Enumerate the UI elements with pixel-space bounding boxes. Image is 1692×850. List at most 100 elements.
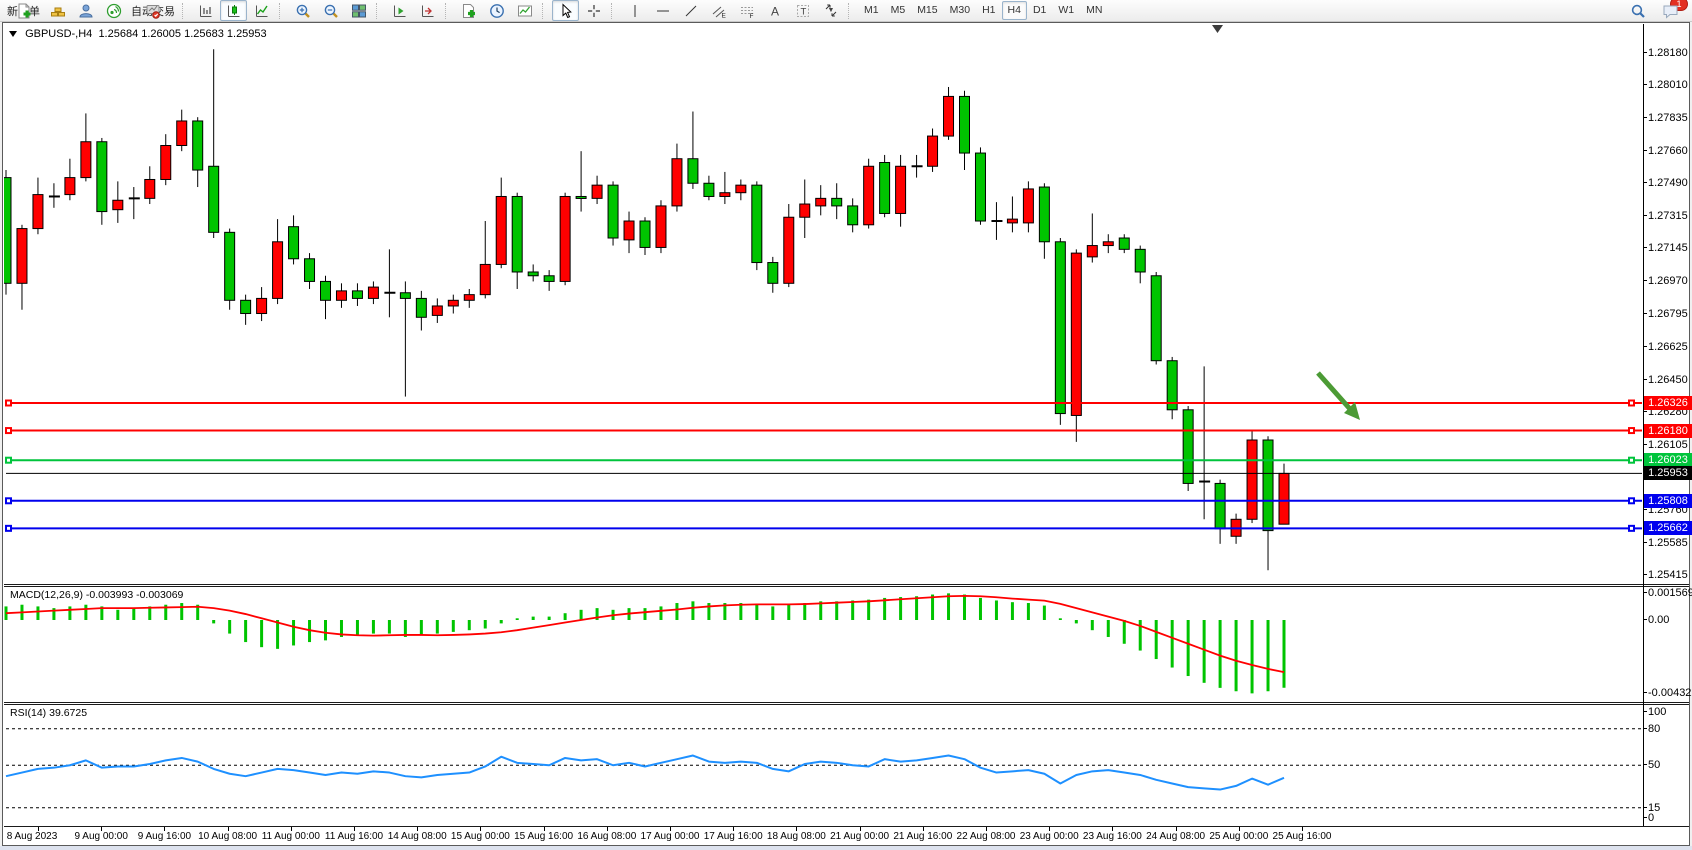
line-handle-center <box>1630 527 1633 530</box>
macd-signal-line <box>6 596 1284 672</box>
current-price-label: 1.25953 <box>1644 466 1692 480</box>
accounts-button[interactable] <box>72 0 99 21</box>
timeframe-w1[interactable]: W1 <box>1052 1 1080 20</box>
timeframe-h1[interactable]: H1 <box>976 1 1001 20</box>
macd-pane[interactable] <box>4 586 1643 702</box>
line-handle-center <box>7 459 10 462</box>
pane-separator[interactable] <box>4 584 1689 585</box>
timeframe-mn[interactable]: MN <box>1080 1 1108 20</box>
candle-body <box>1055 242 1065 414</box>
timeframe-h4[interactable]: H4 <box>1002 1 1027 20</box>
price-tick-label: 1.26105 <box>1648 439 1688 451</box>
chart-ohlc-quotes: 1.25684 1.26005 1.25683 1.25953 <box>98 28 266 40</box>
tile-windows-button[interactable] <box>345 0 372 21</box>
rsi-label: RSI(14) 39.6725 <box>10 707 87 719</box>
fibonacci-button[interactable]: F <box>733 0 760 21</box>
radio-signal-icon <box>106 3 122 19</box>
macd-signal-value: -0.003069 <box>136 589 183 601</box>
arrows-tool-button[interactable]: ▼ <box>817 0 844 21</box>
crosshair-button[interactable] <box>580 0 607 21</box>
zoom-out-button[interactable] <box>317 0 344 21</box>
chart-symbol-period: GBPUSD-,H4 <box>25 28 92 40</box>
candle-body <box>177 121 187 146</box>
vertical-line-button[interactable] <box>621 0 648 21</box>
text-label-icon: T <box>795 3 811 19</box>
equidistant-channel-icon: E <box>711 3 727 19</box>
candle-body <box>560 196 570 281</box>
timeframe-m30[interactable]: M30 <box>944 1 976 20</box>
rsi-pane[interactable] <box>4 704 1643 826</box>
timeframe-m15[interactable]: M15 <box>911 1 943 20</box>
search-button[interactable] <box>1624 0 1651 21</box>
zoom-in-button[interactable] <box>289 0 316 21</box>
candle-body <box>209 166 219 232</box>
signals-button[interactable] <box>100 0 127 21</box>
candle-body <box>656 206 666 248</box>
new-order-button[interactable]: 新订单 <box>4 0 43 21</box>
chart-shift-icon <box>392 3 408 19</box>
bar-chart-icon <box>198 3 214 19</box>
indicators-button[interactable]: ▼ <box>455 0 482 21</box>
price-tick-label: 1.26625 <box>1648 341 1688 353</box>
templates-button[interactable]: ▼ <box>511 0 538 21</box>
rsi-line <box>6 756 1284 790</box>
candle-body <box>1087 246 1097 257</box>
chart-shift-marker[interactable] <box>1212 25 1223 33</box>
rsi-axis-label: 80 <box>1648 723 1660 735</box>
auto-trading-button[interactable]: 自动交易 <box>128 0 178 21</box>
time-label: 17 Aug 00:00 <box>641 831 700 842</box>
rsi-axis-label: 50 <box>1648 759 1660 771</box>
candle-body <box>368 287 378 298</box>
candle-body <box>17 229 27 284</box>
time-label: 11 Aug 16:00 <box>325 831 383 842</box>
vertical-line-icon <box>627 3 643 19</box>
toolbar-separator <box>182 3 187 19</box>
toolbar-separator <box>279 3 284 19</box>
price-tick-label: 1.27660 <box>1648 145 1688 157</box>
line-chart-icon <box>254 3 270 19</box>
chart-menu-icon[interactable] <box>9 31 17 37</box>
text-button[interactable]: A <box>761 0 788 21</box>
pane-separator[interactable] <box>4 702 1689 703</box>
auto-scroll-button[interactable] <box>414 0 441 21</box>
candle-body <box>880 162 890 213</box>
market-watch-button[interactable] <box>44 0 71 21</box>
candle-body <box>576 196 586 198</box>
line-price-label: 1.25808 <box>1644 494 1692 508</box>
notifications-button[interactable]: 1 <box>1657 0 1684 21</box>
svg-text:E: E <box>721 12 726 19</box>
toolbar-separator <box>445 3 450 19</box>
line-chart-button[interactable] <box>248 0 275 21</box>
candle-body <box>944 96 954 136</box>
price-tick-label: 1.27145 <box>1648 242 1688 254</box>
candle-body <box>161 146 171 180</box>
auto-scroll-icon <box>420 3 436 19</box>
macd-axis-label: -0.004322 <box>1648 687 1692 699</box>
macd-main-value: -0.003993 <box>86 589 133 601</box>
template-icon <box>517 3 533 19</box>
timeframe-m5[interactable]: M5 <box>885 1 912 20</box>
candle-body <box>1135 249 1145 272</box>
timeframe-m1[interactable]: M1 <box>858 1 885 20</box>
bar-chart-button[interactable] <box>192 0 219 21</box>
periods-button[interactable]: ▼ <box>483 0 510 21</box>
main-chart-pane[interactable] <box>4 24 1643 584</box>
rsi-name: RSI(14) <box>10 707 46 719</box>
candle-body <box>273 242 283 299</box>
line-handle-center <box>7 499 10 502</box>
time-label: 25 Aug 00:00 <box>1209 831 1268 842</box>
horizontal-line-button[interactable] <box>649 0 676 21</box>
candle-body <box>975 153 985 221</box>
time-label: 15 Aug 16:00 <box>514 831 573 842</box>
timeframe-d1[interactable]: D1 <box>1027 1 1052 20</box>
trendline-button[interactable] <box>677 0 704 21</box>
text-label-button[interactable]: T <box>789 0 816 21</box>
cursor-button[interactable] <box>552 0 579 21</box>
crosshair-icon <box>586 3 602 19</box>
candlestick-chart-button[interactable] <box>220 0 247 21</box>
new-order-icon <box>16 3 32 19</box>
candle-body <box>97 142 107 212</box>
chart-shift-button[interactable] <box>386 0 413 21</box>
zoom-out-icon <box>323 3 339 19</box>
equidistant-channel-button[interactable]: E <box>705 0 732 21</box>
